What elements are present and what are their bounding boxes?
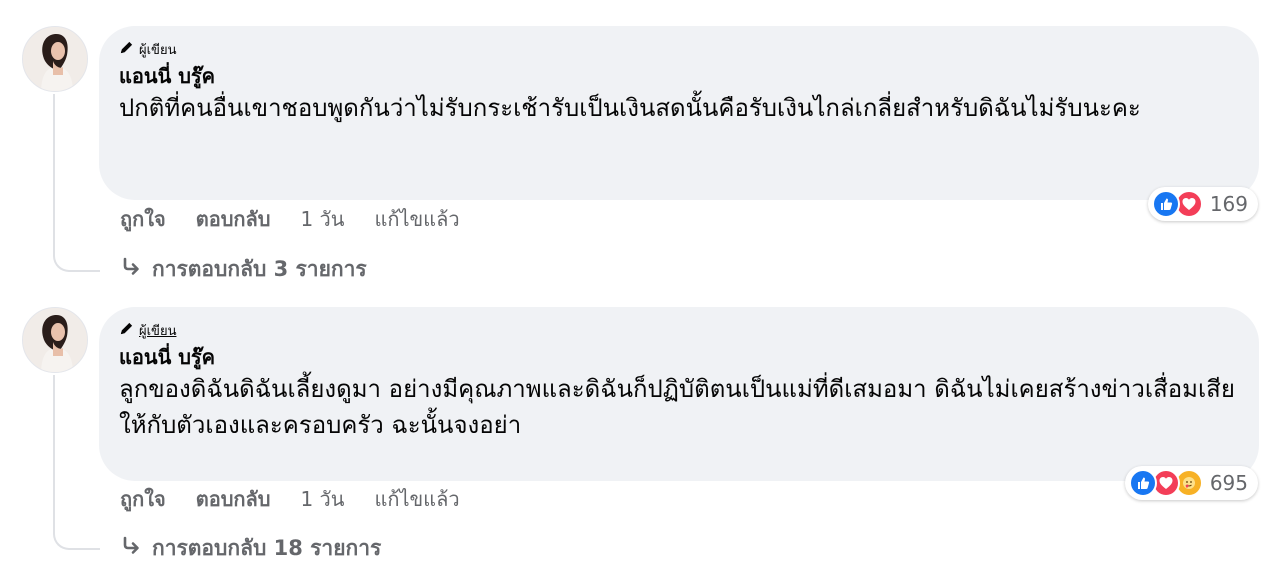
reply-button[interactable]: ตอบกลับ	[196, 483, 271, 515]
comment-text: ลูกของดิฉันดิฉันเลี้ยงดูมา อย่างมีคุณภาพ…	[119, 375, 1235, 439]
comment-bubble: ผู้เขียน แอนนี่ บรู๊ค ลูกของดิฉันดิฉันเล…	[99, 307, 1259, 481]
thread-line	[53, 94, 100, 272]
reply-arrow-icon	[120, 535, 142, 562]
reaction-summary[interactable]: 169	[1147, 187, 1258, 221]
view-replies-button[interactable]: การตอบกลับ 18 รายการ	[120, 533, 381, 563]
author-badge: ผู้เขียน	[119, 38, 1239, 60]
pencil-icon	[119, 321, 134, 340]
thread-line	[53, 375, 100, 550]
reaction-count: 695	[1209, 471, 1248, 495]
author-name[interactable]: แอนนี่ บรู๊ค	[119, 343, 1239, 371]
timestamp[interactable]: 1 วัน	[300, 203, 344, 235]
like-icon	[1151, 190, 1180, 218]
reaction-summary[interactable]: 695	[1124, 466, 1258, 500]
timestamp[interactable]: 1 วัน	[300, 483, 344, 515]
like-button[interactable]: ถูกใจ	[120, 483, 166, 515]
comment-actions: ถูกใจ ตอบกลับ 1 วัน แก้ไขแล้ว	[120, 484, 460, 514]
replies-label: การตอบกลับ 3 รายการ	[152, 256, 367, 281]
reaction-count: 169	[1209, 192, 1248, 216]
edited-label[interactable]: แก้ไขแล้ว	[374, 203, 459, 235]
pencil-icon	[119, 40, 134, 59]
replies-label: การตอบกลับ 18 รายการ	[152, 535, 382, 560]
reply-arrow-icon	[120, 256, 142, 283]
author-badge: ผู้เขียน	[119, 319, 1239, 341]
reply-button[interactable]: ตอบกลับ	[196, 203, 271, 235]
author-name[interactable]: แอนนี่ บรู๊ค	[119, 62, 1239, 90]
comment-text: ปกติที่คนอื่นเขาชอบพูดกันว่าไม่รับกระเช้…	[119, 94, 1141, 122]
edited-label[interactable]: แก้ไขแล้ว	[374, 483, 459, 515]
comment-actions: ถูกใจ ตอบกลับ 1 วัน แก้ไขแล้ว	[120, 204, 460, 234]
like-button[interactable]: ถูกใจ	[120, 203, 166, 235]
author-badge-label: ผู้เขียน	[139, 42, 177, 58]
avatar[interactable]	[22, 307, 88, 373]
like-icon	[1128, 469, 1157, 497]
avatar[interactable]	[22, 26, 88, 92]
view-replies-button[interactable]: การตอบกลับ 3 รายการ	[120, 254, 367, 284]
comment-bubble: ผู้เขียน แอนนี่ บรู๊ค ปกติที่คนอื่นเขาชอ…	[99, 26, 1259, 200]
author-badge-label[interactable]: ผู้เขียน	[139, 320, 176, 341]
